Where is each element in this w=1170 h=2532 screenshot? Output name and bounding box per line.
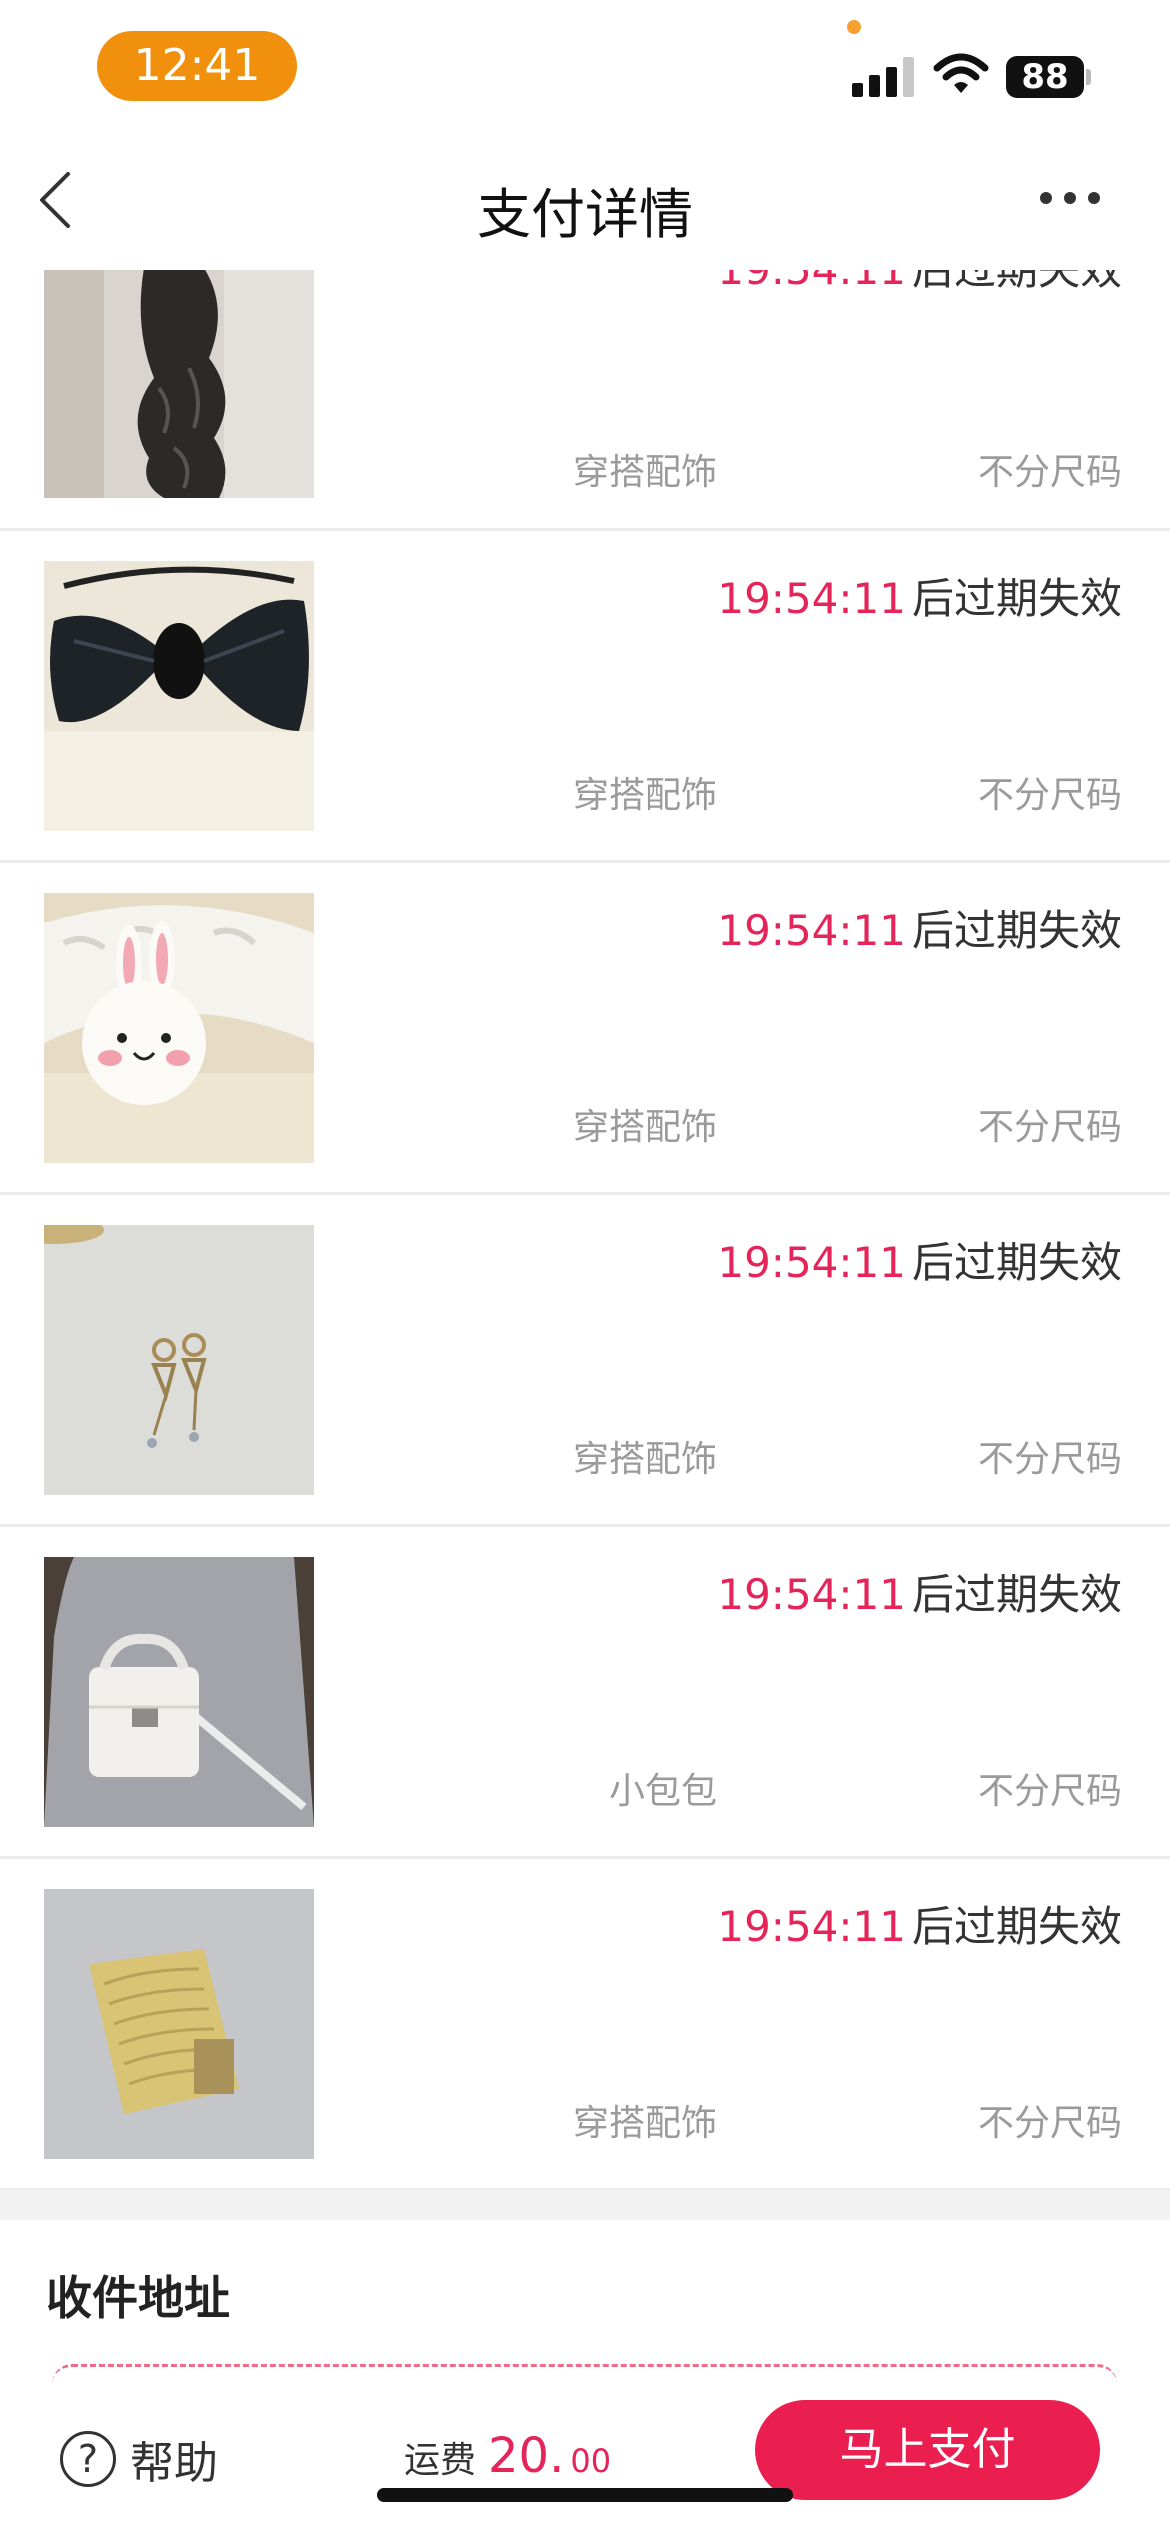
item-size: 不分尺码: [977, 2103, 1122, 2144]
list-item[interactable]: 19:54:11后过期失效 穿搭配饰 不分尺码: [0, 1859, 1170, 2190]
cellular-signal-icon: [852, 57, 914, 97]
nav-bar: 支付详情: [0, 130, 1170, 270]
list-item[interactable]: 19:54:11 后过期失效 小包包 不分尺码: [0, 1527, 1170, 1859]
expiry-time: 19:54:11: [717, 574, 906, 623]
expiry-suffix: 后过期失效: [911, 1570, 1122, 1619]
item-category: 穿搭配饰: [572, 1107, 717, 1148]
list-item[interactable]: 19:54:11后过期失效 穿搭配饰 不分尺码: [0, 1195, 1170, 1527]
item-size: 不分尺码: [977, 775, 1122, 816]
expiry-suffix: 后过期失效: [911, 1238, 1122, 1287]
fee-amount-integer: 20.: [488, 2428, 565, 2484]
expiry-suffix: 后过期失效: [911, 906, 1122, 955]
status-time: 12:41: [97, 31, 297, 101]
item-size: 不分尺码: [977, 452, 1122, 493]
list-item[interactable]: 19:54:11后过期失效 穿搭配饰 不分尺码: [0, 531, 1170, 863]
expiry-text: 19:54:11后过期失效: [717, 1561, 1122, 1622]
shipping-fee: 运费 20. 00: [404, 2428, 611, 2484]
wifi-icon: [933, 53, 989, 93]
white-handbag-photo: [44, 1557, 314, 1827]
pay-now-button[interactable]: 马上支付: [755, 2400, 1100, 2500]
eyelid-tape-photo: [44, 1889, 314, 2159]
list-item[interactable]: 19:54:11后过期失效 穿搭配饰 不分尺码: [0, 863, 1170, 1195]
product-list[interactable]: 19:54:11后过期失效 穿搭配饰 不分尺码 19:54:11后过期失效 穿搭…: [0, 270, 1170, 2190]
item-category: 穿搭配饰: [572, 1439, 717, 1480]
drop-earrings-photo: [44, 1225, 314, 1495]
bottom-bar: ? 帮助 运费 20. 00 马上支付: [0, 2400, 1170, 2532]
item-category: 小包包: [608, 1771, 717, 1812]
expiry-suffix: 后过期失效: [911, 1902, 1122, 1951]
expiry-suffix: 后过期失效: [912, 270, 1122, 294]
curly-hair-extension-photo: [44, 270, 314, 498]
item-size: 不分尺码: [977, 1107, 1122, 1148]
battery-tip: [1086, 69, 1091, 85]
status-bar: 12:41 88: [0, 0, 1170, 130]
expiry-time: 19:54:11: [717, 906, 906, 955]
expiry-suffix: 后过期失效: [911, 574, 1122, 623]
question-circle-icon: ?: [60, 2431, 116, 2487]
black-bow-headband-photo: [44, 561, 314, 831]
expiry-time: 19:54:11: [717, 1570, 906, 1619]
expiry-time: 19:54:11: [717, 1238, 906, 1287]
item-category: 穿搭配饰: [572, 452, 717, 493]
help-button[interactable]: ? 帮助: [60, 2424, 218, 2494]
expiry-time: 19:54:11: [717, 1902, 906, 1951]
address-dashed-border: [52, 2364, 1117, 2384]
expiry-text: 19:54:11后过期失效: [717, 270, 1122, 297]
list-item[interactable]: 19:54:11后过期失效 穿搭配饰 不分尺码: [0, 270, 1170, 531]
item-category: 穿搭配饰: [572, 2103, 717, 2144]
fee-amount-decimal: 00: [570, 2442, 612, 2480]
battery-icon: 88: [1006, 56, 1084, 98]
home-indicator[interactable]: [377, 2488, 793, 2502]
bunny-headband-photo: [44, 893, 314, 1163]
item-size: 不分尺码: [977, 1439, 1122, 1480]
expiry-text: 19:54:11后过期失效: [717, 565, 1122, 626]
expiry-time: 19:54:11: [717, 270, 906, 294]
expiry-text: 19:54:11后过期失效: [717, 897, 1122, 958]
address-section[interactable]: 收件地址: [0, 2220, 1170, 2400]
address-title: 收件地址: [46, 2271, 230, 2325]
more-dots-icon[interactable]: [1040, 178, 1110, 218]
item-size: 不分尺码: [977, 1771, 1122, 1812]
help-label: 帮助: [130, 2438, 218, 2489]
fee-label: 运费: [404, 2440, 477, 2481]
item-category: 穿搭配饰: [572, 775, 717, 816]
expiry-text: 19:54:11后过期失效: [717, 1893, 1122, 1954]
section-divider: [0, 2190, 1170, 2220]
page-title: 支付详情: [477, 183, 693, 246]
privacy-indicator-dot: [847, 20, 861, 34]
expiry-text: 19:54:11后过期失效: [717, 1229, 1122, 1290]
